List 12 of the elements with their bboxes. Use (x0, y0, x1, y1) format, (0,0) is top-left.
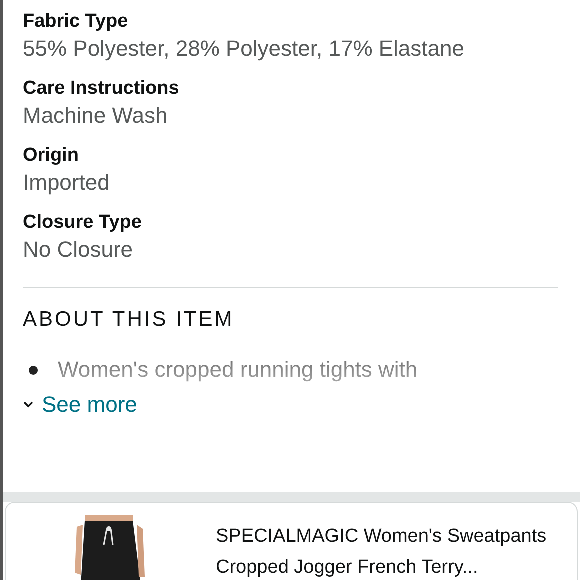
section-heading: ABOUT THIS ITEM (23, 307, 236, 333)
spec-value: Machine Wash (23, 102, 169, 130)
spec-label: Fabric Type (23, 10, 130, 34)
bullet-icon (29, 366, 38, 374)
see-more-link[interactable]: See more (23, 390, 138, 420)
spec-label: Origin (23, 144, 80, 168)
chevron-down-icon (23, 401, 34, 409)
spec-value: Imported (23, 169, 111, 197)
spec-value: No Closure (23, 236, 134, 264)
spec-label: Care Instructions (23, 77, 180, 101)
spec-label: Closure Type (23, 211, 143, 235)
spec-value: 55% Polyester, 28% Polyester, 17% Elastane (23, 35, 466, 63)
